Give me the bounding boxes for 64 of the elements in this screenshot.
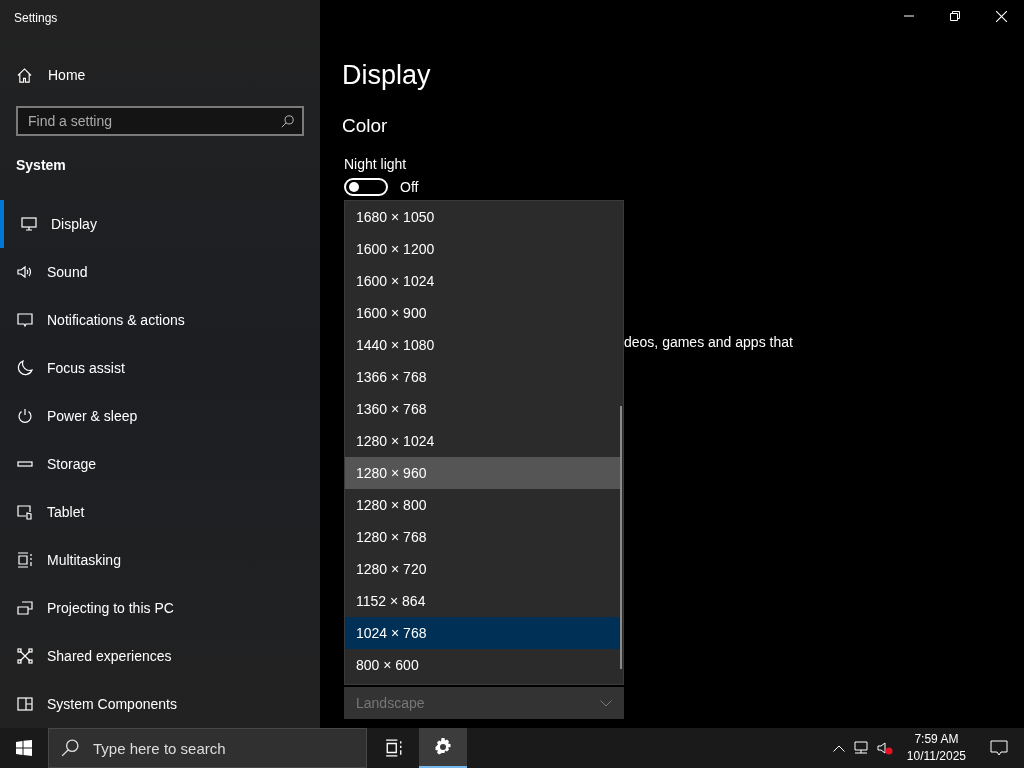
- nav-item[interactable]: Multitasking: [0, 536, 320, 584]
- resolution-option[interactable]: 1440 × 1080: [345, 329, 621, 361]
- nav-item[interactable]: Projecting to this PC: [0, 584, 320, 632]
- resolution-option[interactable]: 1280 × 960: [345, 457, 621, 489]
- search-icon: [61, 739, 79, 757]
- speaker-icon[interactable]: [876, 741, 893, 755]
- nav-item[interactable]: Storage: [0, 440, 320, 488]
- home-icon: [17, 68, 32, 83]
- window-title: Settings: [14, 10, 58, 27]
- home-link[interactable]: Home: [17, 65, 86, 86]
- search-icon: [281, 115, 294, 128]
- gear-icon: [433, 737, 453, 757]
- resolution-option[interactable]: 1360 × 768: [345, 393, 621, 425]
- resolution-option[interactable]: 1024 × 768: [345, 617, 621, 649]
- resolution-option[interactable]: 1280 × 800: [345, 489, 621, 521]
- monitor-icon: [21, 216, 37, 232]
- nav-item[interactable]: Sound: [0, 248, 320, 296]
- resolution-option[interactable]: 1280 × 1024: [345, 425, 621, 457]
- resolution-option[interactable]: 800 × 600: [345, 649, 621, 681]
- multitasking-icon: [17, 552, 33, 568]
- screens-icon: [17, 600, 33, 616]
- setting-label: Night light: [344, 155, 407, 174]
- section-heading: System: [16, 156, 66, 175]
- search-field[interactable]: Find a setting: [16, 106, 304, 136]
- restore-icon: [950, 11, 960, 21]
- resolution-option[interactable]: 1152 × 864: [345, 585, 621, 617]
- chevron-up-icon[interactable]: [832, 744, 845, 752]
- resolution-option[interactable]: 1366 × 768: [345, 361, 621, 393]
- message-icon: [17, 312, 33, 328]
- nav-item[interactable]: Power & sleep: [0, 392, 320, 440]
- clock-date[interactable]: 10/11/2025: [906, 748, 966, 765]
- moon-icon: [17, 360, 33, 376]
- toggle-state: Off: [400, 179, 419, 195]
- power-icon: [17, 408, 33, 424]
- resolution-option[interactable]: 1280 × 768: [345, 521, 621, 553]
- nav-item[interactable]: Notifications & actions: [0, 296, 320, 344]
- clock-time[interactable]: 7:59 AM: [914, 731, 959, 748]
- page-title: Display: [342, 59, 431, 92]
- network-nodes-icon: [17, 648, 33, 664]
- close-icon: [995, 10, 1007, 22]
- scrollbar-thumb[interactable]: [620, 406, 622, 669]
- nav-item[interactable]: Tablet: [0, 488, 320, 536]
- panels-icon: [17, 696, 33, 712]
- windows-logo-icon: [16, 740, 32, 756]
- toggle-switch[interactable]: [344, 178, 388, 196]
- nav-item[interactable]: Shared experiences: [0, 632, 320, 680]
- resolution-option[interactable]: 1680 × 1050: [345, 201, 621, 233]
- task-view-icon: [385, 739, 403, 757]
- taskbar-search-field[interactable]: Type here to search: [48, 728, 367, 768]
- resolution-option[interactable]: 1600 × 1024: [345, 265, 621, 297]
- tablet-icon: [17, 504, 33, 520]
- speaker-icon: [17, 264, 33, 280]
- chevron-down-icon: [600, 699, 612, 707]
- description-text: deos, games and apps that: [624, 333, 793, 352]
- network-icon[interactable]: [852, 741, 869, 755]
- section-heading: Color: [342, 113, 388, 138]
- settings-app-button[interactable]: [419, 728, 467, 768]
- minimize-icon: [904, 15, 914, 17]
- resolution-option[interactable]: 1600 × 1200: [345, 233, 621, 265]
- notification-icon[interactable]: [990, 740, 1008, 756]
- nav-item[interactable]: Focus assist: [0, 344, 320, 392]
- nav-item[interactable]: System Components: [0, 680, 320, 728]
- resolution-option[interactable]: 1280 × 720: [345, 553, 621, 585]
- resolution-option[interactable]: 1600 × 900: [345, 297, 621, 329]
